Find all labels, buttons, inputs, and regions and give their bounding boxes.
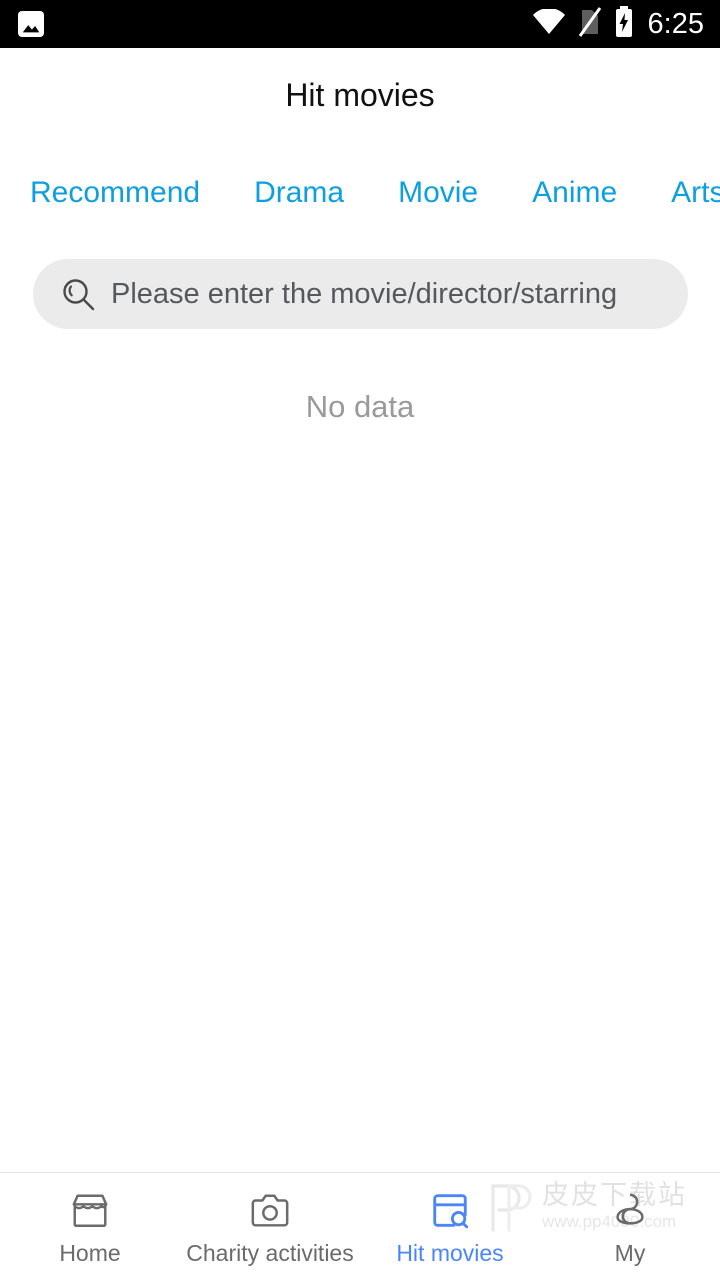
status-bar-right: 6:25 — [532, 5, 704, 43]
window-search-icon — [429, 1189, 471, 1233]
nav-label-hit-movies: Hit movies — [396, 1239, 504, 1266]
status-bar-left — [18, 11, 44, 37]
tab-recommend[interactable]: Recommend — [0, 178, 227, 208]
storefront-icon — [69, 1189, 111, 1233]
tab-drama[interactable]: Drama — [227, 178, 371, 208]
nav-item-my[interactable]: My — [540, 1173, 720, 1280]
no-sim-icon — [578, 6, 602, 42]
search-history-icon — [59, 275, 97, 313]
title-bar: Hit movies — [0, 48, 720, 143]
tab-arts[interactable]: Arts — [644, 178, 720, 208]
nav-label-home: Home — [59, 1239, 121, 1266]
nav-label-my: My — [614, 1239, 646, 1266]
empty-state-text: No data — [305, 389, 415, 424]
content-area: No data — [0, 329, 720, 1172]
nav-item-home[interactable]: Home — [0, 1173, 180, 1280]
tab-anime[interactable]: Anime — [505, 178, 644, 208]
page-title: Hit movies — [285, 77, 435, 113]
wifi-icon — [532, 7, 566, 40]
search-bar[interactable]: Please enter the movie/director/starring — [33, 259, 688, 329]
tab-movie[interactable]: Movie — [371, 178, 505, 208]
status-bar-clock: 6:25 — [647, 7, 704, 40]
battery-charging-icon — [614, 5, 634, 43]
search-input[interactable]: Please enter the movie/director/starring — [111, 279, 617, 309]
camera-icon — [249, 1189, 291, 1233]
person-icon — [609, 1189, 651, 1233]
photo-icon — [18, 11, 44, 37]
nav-item-hit-movies[interactable]: Hit movies — [360, 1173, 540, 1280]
status-bar: 6:25 — [0, 0, 720, 48]
nav-label-charity-activities: Charity activities — [186, 1239, 354, 1266]
bottom-navigation-bar[interactable]: Home Charity activities Hit movies My — [0, 1172, 720, 1280]
nav-item-charity-activities[interactable]: Charity activities — [180, 1173, 360, 1280]
category-tab-strip[interactable]: Recommend Drama Movie Anime Arts — [0, 155, 720, 231]
